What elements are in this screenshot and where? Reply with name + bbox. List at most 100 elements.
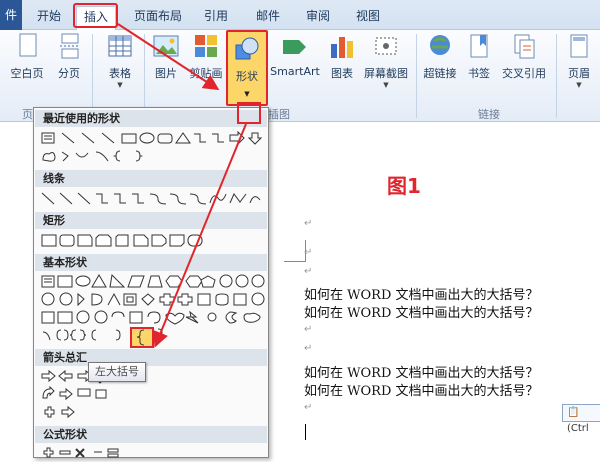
section-block-arrows: 箭头总汇 bbox=[35, 349, 267, 366]
table-label: 表格 bbox=[109, 67, 131, 80]
cross-reference-icon bbox=[510, 32, 538, 62]
screenshot-icon bbox=[372, 32, 400, 62]
recent-shapes-row bbox=[40, 130, 266, 147]
figure-label: 图1 bbox=[387, 174, 421, 198]
section-rectangles: 矩形 bbox=[35, 212, 267, 229]
document-line: 如何在 WORD 文档中画出大的大括号？ bbox=[304, 366, 539, 381]
group-separator bbox=[416, 34, 417, 118]
group-separator bbox=[92, 34, 93, 118]
table-dropdown-icon: ▼ bbox=[117, 81, 123, 89]
bookmark-button[interactable]: 书签 bbox=[464, 32, 494, 81]
cross-reference-button[interactable]: 交叉引用 bbox=[498, 32, 550, 81]
screenshot-button[interactable]: 屏幕截图 ▼ bbox=[360, 32, 412, 89]
table-button[interactable]: 表格 ▼ bbox=[100, 32, 140, 89]
tab-references[interactable]: 引用 bbox=[200, 6, 232, 26]
block-arrows-icon-1[interactable] bbox=[40, 368, 266, 385]
paste-options-button[interactable]: 📋 (Ctrl bbox=[562, 404, 600, 434]
document-line: 如何在 WORD 文档中画出大的大括号？ bbox=[304, 306, 539, 321]
hyperlink-button[interactable]: 超链接 bbox=[420, 32, 460, 81]
rectangles-row bbox=[40, 232, 266, 249]
tab-page-layout[interactable]: 页面布局 bbox=[130, 6, 186, 26]
picture-icon bbox=[152, 32, 180, 62]
smartart-label: SmartArt bbox=[270, 65, 320, 78]
chart-label: 图表 bbox=[331, 67, 353, 80]
left-brace-icon bbox=[136, 329, 145, 346]
header-icon bbox=[565, 32, 593, 62]
section-equation-shapes: 公式形状 bbox=[35, 426, 267, 443]
header-label: 页眉 bbox=[568, 67, 590, 80]
section-lines: 线条 bbox=[35, 170, 267, 187]
bookmark-icon bbox=[465, 32, 493, 62]
shapes-menu: 最近使用的形状 线条 矩形 基本形状 箭头总汇 公式形状 bbox=[33, 107, 269, 458]
group-links-label: 链接 bbox=[478, 108, 500, 121]
recent-shapes-icon[interactable] bbox=[40, 130, 266, 147]
tab-file[interactable]: 件 bbox=[0, 0, 22, 30]
block-arrows-icon-3[interactable] bbox=[40, 404, 266, 421]
tab-view[interactable]: 视图 bbox=[352, 6, 384, 26]
text-cursor bbox=[305, 424, 306, 440]
screenshot-label: 屏幕截图 bbox=[364, 67, 408, 80]
hyperlink-icon bbox=[426, 32, 454, 62]
arrows-row-1 bbox=[40, 368, 266, 385]
left-brace-shape-button[interactable] bbox=[130, 327, 154, 348]
block-arrows-icon-2[interactable] bbox=[40, 386, 266, 403]
tab-mailings[interactable]: 邮件 bbox=[252, 6, 284, 26]
header-dropdown-icon: ▼ bbox=[576, 81, 582, 89]
paragraph-mark: ↵ bbox=[304, 247, 313, 258]
group-pages-label: 页 bbox=[22, 108, 33, 121]
shapes-button[interactable]: 形状 ▼ bbox=[226, 30, 268, 106]
lines-row bbox=[40, 190, 266, 207]
picture-button[interactable]: 图片 bbox=[148, 32, 184, 81]
document-line: 如何在 WORD 文档中画出大的大括号？ bbox=[304, 384, 539, 399]
section-basic-shapes: 基本形状 bbox=[35, 254, 267, 271]
page-break-button[interactable]: 分页 bbox=[52, 32, 86, 81]
hyperlink-label: 超链接 bbox=[423, 67, 457, 80]
tab-review[interactable]: 审阅 bbox=[302, 6, 334, 26]
screenshot-dropdown-icon: ▼ bbox=[383, 81, 389, 89]
smartart-icon bbox=[281, 32, 309, 62]
group-illustrations-label: 插图 bbox=[268, 108, 290, 121]
recent-shapes-row-2 bbox=[40, 148, 266, 165]
lines-shapes-icon[interactable] bbox=[40, 190, 266, 207]
page-margin-marker bbox=[284, 240, 306, 262]
picture-label: 图片 bbox=[155, 67, 177, 80]
arrows-row-3 bbox=[40, 404, 266, 421]
cross-reference-label: 交叉引用 bbox=[502, 67, 546, 80]
blank-page-button[interactable]: 空白页 bbox=[8, 32, 46, 81]
shapes-dropdown-icon: ▼ bbox=[244, 90, 250, 98]
paragraph-mark: ↵ bbox=[304, 218, 313, 229]
paragraph-mark: ↵ bbox=[304, 402, 313, 413]
rectangle-shapes-icon[interactable] bbox=[40, 232, 266, 249]
page-break-label: 分页 bbox=[58, 67, 80, 80]
document-line: 如何在 WORD 文档中画出大的大括号？ bbox=[304, 288, 539, 303]
shapes-icon bbox=[233, 36, 261, 64]
paragraph-mark: ↵ bbox=[304, 324, 313, 335]
table-icon bbox=[106, 32, 134, 62]
basic-shapes-row-3 bbox=[40, 309, 266, 326]
section-recent-shapes: 最近使用的形状 bbox=[35, 110, 267, 127]
equation-shapes-icon[interactable] bbox=[40, 445, 266, 462]
chart-button[interactable]: 图表 bbox=[326, 32, 358, 81]
recent-shapes-icon-2[interactable] bbox=[40, 148, 266, 165]
smartart-button[interactable]: SmartArt bbox=[270, 32, 320, 78]
paste-options-label: (Ctrl bbox=[567, 423, 589, 434]
clip-art-label: 剪贴画 bbox=[189, 67, 223, 80]
blank-page-label: 空白页 bbox=[10, 67, 44, 80]
header-button[interactable]: 页眉 ▼ bbox=[562, 32, 596, 89]
clipboard-icon: 📋 bbox=[567, 407, 580, 418]
basic-shapes-icon-3[interactable] bbox=[40, 309, 266, 326]
basic-shapes-row-1 bbox=[40, 273, 266, 290]
shapes-label: 形状 bbox=[236, 70, 258, 83]
blank-page-icon bbox=[13, 32, 41, 62]
clip-art-icon bbox=[192, 32, 220, 62]
insert-tab-highlight bbox=[73, 3, 118, 28]
arrows-row-2 bbox=[40, 386, 266, 403]
equation-row bbox=[40, 445, 266, 462]
basic-shapes-icon-1[interactable] bbox=[40, 273, 266, 290]
paragraph-mark: ↵ bbox=[304, 343, 313, 354]
clip-art-button[interactable]: 剪贴画 bbox=[186, 32, 226, 81]
basic-shapes-icon-2[interactable] bbox=[40, 291, 266, 308]
group-separator bbox=[556, 34, 557, 118]
group-separator bbox=[144, 34, 145, 118]
tab-home[interactable]: 开始 bbox=[31, 6, 67, 26]
